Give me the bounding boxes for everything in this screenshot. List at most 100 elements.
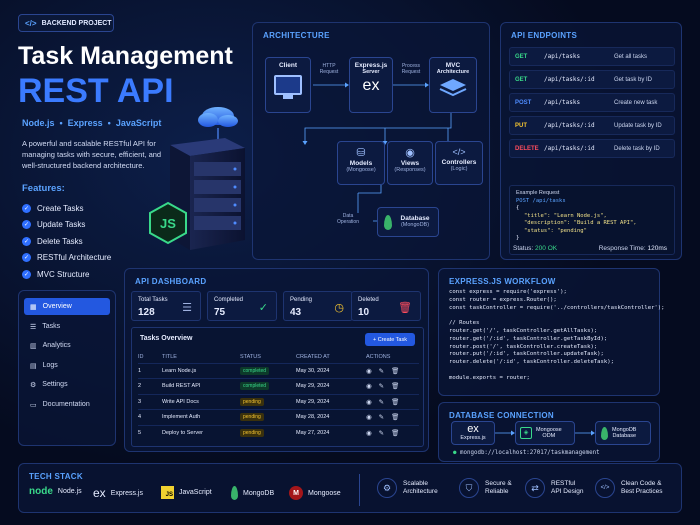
task-id: 4 (138, 409, 162, 425)
shield-icon: ⛉ (459, 478, 479, 498)
table-row[interactable]: 5 Deploy to Server pending May 27, 2024 ◉ ✎ 🗑 (138, 424, 419, 441)
view-icon[interactable]: ◉ (366, 368, 372, 375)
svg-text:JS: JS (160, 216, 176, 231)
task-id: 2 (138, 378, 162, 394)
col-status: STATUS (240, 353, 261, 360)
code-icon: </> (595, 478, 615, 498)
endpoint-row[interactable]: POST /api/tasks Create new task (509, 93, 675, 112)
stat-total-tasks: Total Tasks 128 ☰ (131, 291, 201, 321)
project-badge: </> BACKEND PROJECT (18, 14, 114, 32)
stack-item-express: ex Express.js (93, 486, 143, 500)
code-block: const express = require('express'); cons… (449, 289, 665, 381)
architecture-panel: ARCHITECTURE Client HTTP Request Express… (252, 22, 490, 260)
table-row[interactable]: 4 Implement Auth pending May 28, 2024 ◉ ✎ 🗑 (138, 409, 419, 425)
col-created: CREATED AT (296, 353, 330, 360)
status-badge: pending (240, 413, 264, 422)
express-logo-icon: ex (362, 77, 380, 94)
db-express-node: ex Express.js (451, 421, 495, 445)
sidebar-item-overview[interactable]: ▦ Overview (24, 298, 110, 315)
table-row[interactable]: 3 Write API Docs pending May 29, 2024 ◉ ✎ 🗑 (138, 393, 419, 410)
delete-icon[interactable]: 🗑 (391, 368, 399, 375)
task-title: Deploy to Server (162, 424, 240, 441)
sidebar-item-analytics[interactable]: ▥ Analytics (24, 337, 110, 354)
logs-icon: ▤ (30, 362, 37, 370)
task-created: May 28, 2024 (296, 409, 366, 425)
endpoint-row[interactable]: PUT /api/tasks/:id Update task by ID (509, 116, 675, 135)
trash-icon: 🗑 (398, 302, 412, 314)
nodejs-hex-icon: JS (149, 201, 187, 245)
table-row[interactable]: 1 Learn Node.js completed May 30, 2024 ◉ ✎ 🗑 (138, 362, 419, 379)
mongodb-leaf-icon (231, 486, 238, 500)
task-created: May 29, 2024 (296, 378, 366, 394)
feature-item: ✓ Update Tasks (22, 220, 86, 230)
sidebar-item-settings[interactable]: ⚙ Settings (24, 376, 110, 393)
layers-icon (439, 79, 467, 97)
cloud-icon (198, 107, 238, 140)
edit-icon[interactable]: ✎ (379, 383, 384, 390)
task-actions: ◉ ✎ 🗑 (366, 409, 419, 425)
express-node: Express.js Server ex (349, 57, 393, 113)
status-readout: Status: 200 OK (513, 245, 558, 252)
analytics-icon: ▥ (30, 342, 37, 350)
tasks-icon: ☰ (30, 323, 37, 331)
javascript-logo-icon: JS (161, 486, 174, 499)
endpoint-row[interactable]: DELETE /api/tasks/:id Delete task by ID (509, 139, 675, 158)
view-icon[interactable]: ◉ (366, 383, 372, 390)
delete-icon[interactable]: 🗑 (391, 399, 399, 406)
delete-icon[interactable]: 🗑 (391, 383, 399, 390)
task-title: Write API Docs (162, 393, 240, 410)
task-actions: ◉ ✎ 🗑 (366, 393, 419, 410)
edit-icon[interactable]: ✎ (379, 430, 384, 437)
api-endpoints-title: API ENDPOINTS (511, 31, 578, 40)
response-time: Response Time: 120ms (598, 245, 667, 252)
task-id: 3 (138, 393, 162, 410)
document-icon: ▭ (30, 401, 37, 409)
gear-icon: ⚙ (377, 478, 397, 498)
view-icon[interactable]: ◉ (366, 430, 372, 437)
mvc-node: MVC Architecture (429, 57, 477, 113)
delete-icon[interactable]: 🗑 (391, 430, 399, 437)
page-title: Task Management (18, 42, 233, 70)
stack-item-javascript: JS JavaScript (161, 486, 212, 499)
status-badge: completed (240, 366, 270, 375)
task-title: Learn Node.js (162, 362, 240, 379)
view-icon[interactable]: ◉ (366, 414, 372, 421)
feature-item: ✓ Delete Tasks (22, 236, 83, 246)
edit-icon[interactable]: ✎ (379, 399, 384, 406)
tasks-overview: Tasks Overview + Create Task ID TITLE ST… (131, 327, 424, 447)
delete-icon[interactable]: 🗑 (391, 414, 399, 421)
db-mongodb-node: MongoDB Database (595, 421, 651, 445)
status-badge: pending (240, 397, 264, 406)
view-icon[interactable]: ◉ (366, 399, 372, 406)
sidebar-item-tasks[interactable]: ☰ Tasks (24, 318, 110, 335)
status-badge: completed (240, 382, 270, 391)
check-icon: ✓ (22, 203, 31, 213)
feature-list: ✓ Create Tasks ✓ Update Tasks ✓ Delete Task… (22, 200, 111, 283)
edit-icon[interactable]: ✎ (379, 414, 384, 421)
task-title: Build REST API (162, 378, 240, 394)
controllers-node: </> Controllers (Logic) (435, 141, 483, 185)
express-logo-icon: ex (93, 486, 106, 500)
table-row[interactable]: 2 Build REST API completed May 29, 2024 ◉ ✎ 🗑 (138, 378, 419, 394)
database-node: Database (MongoDB) (377, 207, 439, 237)
task-created: May 27, 2024 (296, 424, 366, 441)
tasks-overview-title: Tasks Overview (140, 335, 193, 342)
stat-completed: Completed 75 ✓ (207, 291, 277, 321)
api-endpoints-panel: API ENDPOINTS GET /api/tasks Get all tas… (500, 22, 682, 260)
sidebar-item-documentation[interactable]: ▭ Documentation (24, 396, 110, 413)
highlight-restful: ⇄ RESTful API Design (525, 478, 584, 498)
views-node: ◉ Views (Responses) (387, 141, 433, 185)
edit-icon[interactable]: ✎ (379, 368, 384, 375)
feature-item: ✓ MVC Structure (22, 269, 90, 279)
monitor-icon (274, 75, 302, 95)
data-operation-label: Data Operation (337, 213, 359, 225)
tech-stack-panel: TECH STACK node Node.js ex Express.js JS… (18, 463, 682, 513)
db-mongoose-node: ◈ Mongoose ODM (515, 421, 575, 445)
stack-divider (359, 474, 360, 506)
endpoint-row[interactable]: GET /api/tasks Get all tasks (509, 47, 675, 66)
sidebar-item-logs[interactable]: ▤ Logs (24, 357, 110, 374)
models-node: ⛁ Models (Mongoose) (337, 141, 385, 185)
endpoint-row[interactable]: GET /api/tasks/:id Get task by ID (509, 70, 675, 89)
create-task-button[interactable]: + Create Task (365, 333, 415, 346)
tasks-table: ID TITLE STATUS CREATED AT ACTIONS 1 Lear… (138, 351, 419, 441)
